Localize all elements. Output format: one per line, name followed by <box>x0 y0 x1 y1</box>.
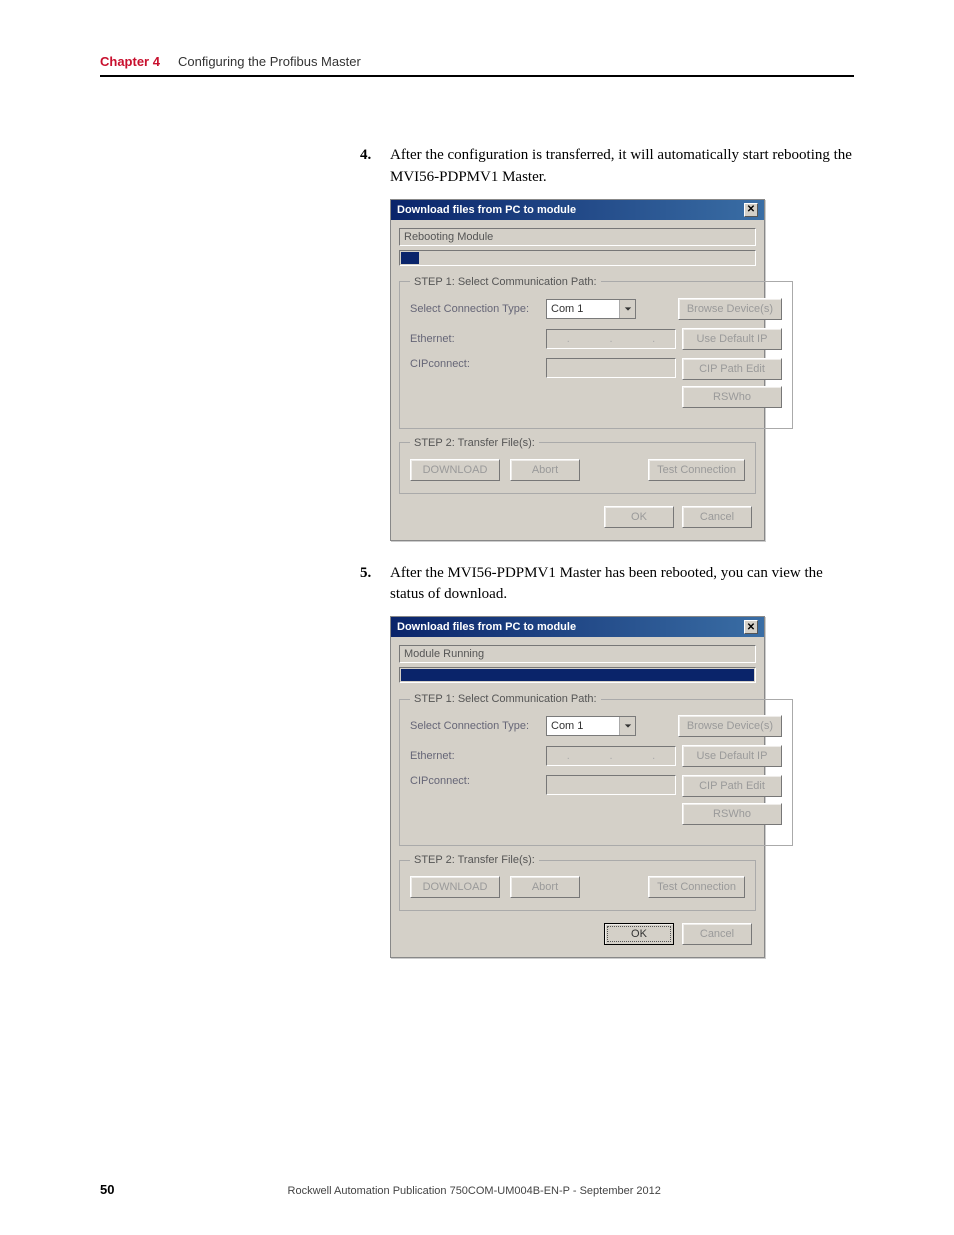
connection-type-label: Select Connection Type: <box>410 720 540 732</box>
progress-bar <box>399 250 756 266</box>
progress-bar <box>399 667 756 683</box>
cancel-button[interactable]: Cancel <box>682 923 752 945</box>
abort-button[interactable]: Abort <box>510 459 580 481</box>
cancel-button[interactable]: Cancel <box>682 506 752 528</box>
chapter-title: Configuring the Profibus Master <box>178 54 361 69</box>
dialog-titlebar: Download files from PC to module ✕ <box>391 200 764 220</box>
test-connection-button[interactable]: Test Connection <box>648 459 745 481</box>
rswho-button[interactable]: RSWho <box>682 386 782 408</box>
ethernet-ip-field[interactable]: ... <box>546 329 676 349</box>
connection-type-value: Com 1 <box>547 303 619 315</box>
use-default-ip-button[interactable]: Use Default IP <box>682 745 782 767</box>
status-field: Module Running <box>399 645 756 663</box>
step-text: After the configuration is transferred, … <box>390 145 860 189</box>
cipconnect-row: CIPconnect: CIP Path Edit RSWho <box>410 358 782 408</box>
dialog-body: Module Running STEP 1: Select Communicat… <box>391 637 764 957</box>
dialog-title-text: Download files from PC to module <box>397 204 576 216</box>
browse-devices-button[interactable]: Browse Device(s) <box>678 298 782 320</box>
dialog-title-text: Download files from PC to module <box>397 621 576 633</box>
test-connection-button[interactable]: Test Connection <box>648 876 745 898</box>
step-text: After the MVI56-PDPMV1 Master has been r… <box>390 563 860 607</box>
use-default-ip-button[interactable]: Use Default IP <box>682 328 782 350</box>
connection-type-select[interactable]: Com 1 <box>546 716 636 736</box>
download-button[interactable]: DOWNLOAD <box>410 876 500 898</box>
ethernet-label: Ethernet: <box>410 750 540 762</box>
cipconnect-label: CIPconnect: <box>410 358 540 370</box>
chevron-down-icon <box>619 717 635 735</box>
connection-type-label: Select Connection Type: <box>410 303 540 315</box>
page-footer: 50 Rockwell Automation Publication 750CO… <box>100 1182 854 1197</box>
cipconnect-field[interactable] <box>546 358 676 378</box>
dialog-titlebar: Download files from PC to module ✕ <box>391 617 764 637</box>
download-dialog-rebooting: Download files from PC to module ✕ Reboo… <box>390 199 765 541</box>
rswho-button[interactable]: RSWho <box>682 803 782 825</box>
cipconnect-row: CIPconnect: CIP Path Edit RSWho <box>410 775 782 825</box>
step-4: 4. After the configuration is transferre… <box>360 145 860 189</box>
close-icon[interactable]: ✕ <box>744 620 758 634</box>
step1-legend: STEP 1: Select Communication Path: <box>410 693 601 705</box>
download-dialog-running: Download files from PC to module ✕ Modul… <box>390 616 765 958</box>
connection-type-row: Select Connection Type: Com 1 Browse Dev… <box>410 298 782 320</box>
main-content: 4. After the configuration is transferre… <box>360 145 860 980</box>
chapter-label: Chapter 4 <box>100 54 160 69</box>
step2-fieldset: STEP 2: Transfer File(s): DOWNLOAD Abort… <box>399 437 756 494</box>
cipconnect-label: CIPconnect: <box>410 775 540 787</box>
cipconnect-field[interactable] <box>546 775 676 795</box>
step1-legend: STEP 1: Select Communication Path: <box>410 276 601 288</box>
ethernet-ip-field[interactable]: ... <box>546 746 676 766</box>
page-header: Chapter 4 Configuring the Profibus Maste… <box>100 54 854 77</box>
dialog-body: Rebooting Module STEP 1: Select Communic… <box>391 220 764 540</box>
connection-type-value: Com 1 <box>547 720 619 732</box>
chevron-down-icon <box>619 300 635 318</box>
ethernet-row: Ethernet: ... Use Default IP <box>410 328 782 350</box>
step2-legend: STEP 2: Transfer File(s): <box>410 854 539 866</box>
step-5: 5. After the MVI56-PDPMV1 Master has bee… <box>360 563 860 607</box>
step2-fieldset: STEP 2: Transfer File(s): DOWNLOAD Abort… <box>399 854 756 911</box>
ethernet-row: Ethernet: ... Use Default IP <box>410 745 782 767</box>
close-icon[interactable]: ✕ <box>744 203 758 217</box>
publication-info: Rockwell Automation Publication 750COM-U… <box>288 1185 661 1197</box>
cip-path-edit-button[interactable]: CIP Path Edit <box>682 775 782 797</box>
abort-button[interactable]: Abort <box>510 876 580 898</box>
dialog-bottom-buttons: OK Cancel <box>399 502 756 532</box>
page-number: 50 <box>100 1182 114 1197</box>
ok-button[interactable]: OK <box>604 506 674 528</box>
cip-path-edit-button[interactable]: CIP Path Edit <box>682 358 782 380</box>
ethernet-label: Ethernet: <box>410 333 540 345</box>
status-field: Rebooting Module <box>399 228 756 246</box>
dialog-bottom-buttons: OK Cancel <box>399 919 756 949</box>
step-number: 4. <box>360 145 378 189</box>
step1-fieldset: STEP 1: Select Communication Path: Selec… <box>399 693 793 846</box>
browse-devices-button[interactable]: Browse Device(s) <box>678 715 782 737</box>
connection-type-select[interactable]: Com 1 <box>546 299 636 319</box>
connection-type-row: Select Connection Type: Com 1 Browse Dev… <box>410 715 782 737</box>
step1-fieldset: STEP 1: Select Communication Path: Selec… <box>399 276 793 429</box>
ok-button[interactable]: OK <box>604 923 674 945</box>
step2-legend: STEP 2: Transfer File(s): <box>410 437 539 449</box>
download-button[interactable]: DOWNLOAD <box>410 459 500 481</box>
step-number: 5. <box>360 563 378 607</box>
